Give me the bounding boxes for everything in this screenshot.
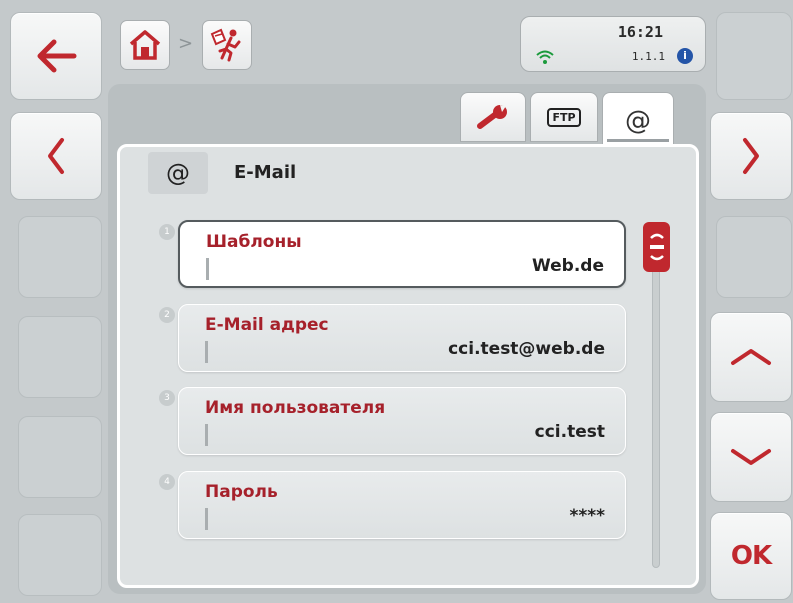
list-item-label: Пароль xyxy=(205,482,278,502)
list-item-value: **** xyxy=(569,506,605,526)
wifi-icon xyxy=(536,50,554,64)
row-number: 2 xyxy=(159,307,175,323)
list-item-username[interactable]: Имя пользователя cci.test xyxy=(178,387,626,455)
softkey-right-1[interactable] xyxy=(716,12,792,100)
list-item-label: Шаблоны xyxy=(206,232,302,252)
softkey-left-4[interactable] xyxy=(18,316,102,398)
tab-ftp[interactable]: FTP xyxy=(530,92,598,142)
ok-button[interactable]: OK xyxy=(710,512,792,600)
list-item-label: Имя пользователя xyxy=(205,398,386,418)
scroll-up-button[interactable] xyxy=(710,312,792,402)
list-item-value: cci.test xyxy=(534,422,605,442)
page-title-icon: @ xyxy=(148,152,208,194)
row-number: 1 xyxy=(159,224,175,240)
tab-ftp-label: FTP xyxy=(547,107,581,127)
softkey-left-5[interactable] xyxy=(18,416,102,498)
list-item-password[interactable]: Пароль **** xyxy=(178,471,626,539)
input-cursor xyxy=(205,508,208,530)
clock-time: 16:21 xyxy=(617,23,663,41)
page-title: E-Mail xyxy=(234,162,297,183)
version-number: 1.1.1 xyxy=(631,50,665,63)
running-man-icon xyxy=(210,28,241,62)
scrollbar-track[interactable] xyxy=(652,222,660,568)
scroll-grip-icon xyxy=(649,233,664,261)
softkey-right-3[interactable] xyxy=(716,216,792,298)
back-button[interactable] xyxy=(10,12,102,100)
info-icon[interactable]: i xyxy=(677,48,693,64)
page-left-button[interactable] xyxy=(10,112,102,200)
row-number: 4 xyxy=(159,474,175,490)
wrench-icon xyxy=(477,105,507,129)
scroll-down-button[interactable] xyxy=(710,412,792,502)
scrollbar-thumb[interactable] xyxy=(643,222,670,272)
softkey-left-6[interactable] xyxy=(18,514,102,596)
status-panel: 16:21 1.1.1 i xyxy=(520,16,706,72)
input-cursor xyxy=(205,424,208,446)
list-item-value: Web.de xyxy=(531,256,604,276)
input-cursor xyxy=(205,341,208,363)
breadcrumb-separator: > xyxy=(178,33,194,54)
list-item-label: E-Mail адрес xyxy=(205,315,329,335)
list-item-email-address[interactable]: E-Mail адрес cci.test@web.de xyxy=(178,304,626,372)
scroll-up-icon xyxy=(731,349,771,365)
input-cursor xyxy=(206,258,209,280)
tab-email-label: @ xyxy=(625,105,651,136)
page-left-icon xyxy=(48,138,64,174)
tab-email[interactable]: @ xyxy=(602,92,674,148)
app-breadcrumb[interactable] xyxy=(202,20,252,70)
tab-settings[interactable] xyxy=(460,92,526,142)
page-right-button[interactable] xyxy=(710,112,792,200)
home-breadcrumb[interactable] xyxy=(120,20,170,70)
softkey-left-3[interactable] xyxy=(18,216,102,298)
home-icon xyxy=(129,30,161,60)
page-right-icon xyxy=(743,138,759,174)
scroll-down-icon xyxy=(731,449,771,465)
list-item-templates[interactable]: Шаблоны Web.de xyxy=(178,220,626,288)
ok-label: OK xyxy=(730,541,772,571)
row-number: 3 xyxy=(159,390,175,406)
list-item-value: cci.test@web.de xyxy=(448,339,605,359)
back-arrow-icon xyxy=(37,39,77,73)
